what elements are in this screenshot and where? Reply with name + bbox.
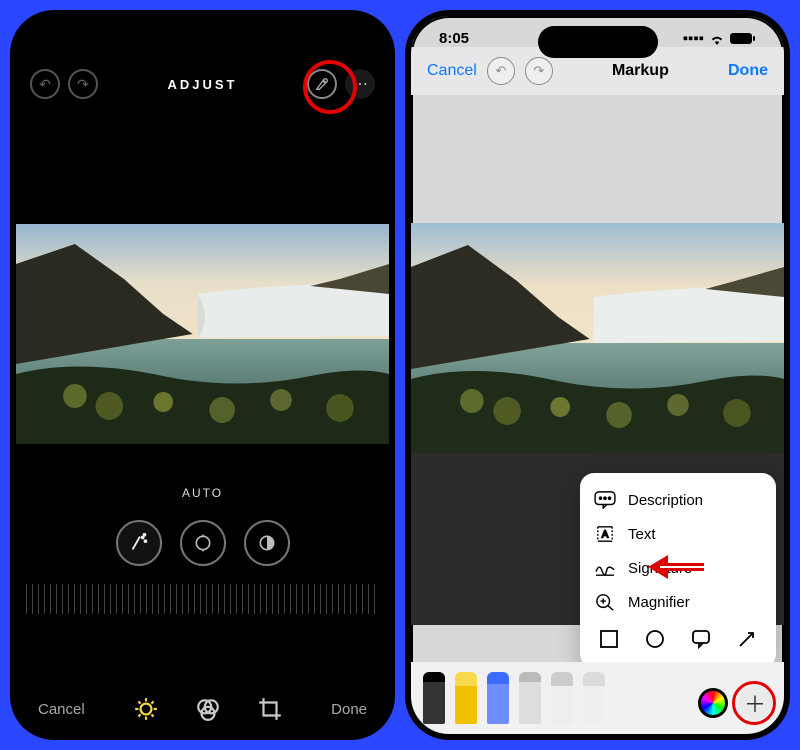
done-button[interactable]: Done xyxy=(728,62,768,80)
pen-tool[interactable] xyxy=(423,672,445,724)
cancel-button[interactable]: Cancel xyxy=(38,701,85,718)
menu-magnifier-label: Magnifier xyxy=(628,594,690,611)
magnifier-icon xyxy=(594,593,616,611)
add-menu-popup: Description A Text Signature Magnifier xyxy=(580,473,776,668)
cell-signal-icon: ▪▪▪▪ xyxy=(683,30,704,47)
menu-description-label: Description xyxy=(628,492,703,509)
svg-text:A: A xyxy=(602,530,609,541)
adjust-slider-ruler[interactable] xyxy=(26,584,379,614)
redo-icon[interactable]: ↷ xyxy=(68,69,98,99)
edit-topbar: ↶ ↷ ADJUST ⋯ xyxy=(16,54,389,114)
undo-icon[interactable]: ↶ xyxy=(487,57,515,85)
edit-bottom-tabs: Cancel Done xyxy=(16,696,389,722)
markup-photo[interactable] xyxy=(411,223,784,453)
battery-icon xyxy=(730,32,756,45)
menu-description[interactable]: Description xyxy=(592,483,764,517)
signature-icon xyxy=(594,559,616,577)
auto-dial[interactable] xyxy=(116,520,162,566)
markup-screen: 8:05 ▪▪▪▪ Cancel ↶ ↷ Markup Done xyxy=(405,10,790,740)
highlighter-tool[interactable] xyxy=(455,672,477,724)
cancel-button[interactable]: Cancel xyxy=(427,62,477,80)
color-picker-button[interactable] xyxy=(698,688,728,718)
dynamic-island xyxy=(538,26,658,58)
markup-button[interactable] xyxy=(307,69,337,99)
shape-arrow-icon[interactable] xyxy=(737,629,757,654)
eraser-tool[interactable] xyxy=(519,672,541,724)
shape-speech-icon[interactable] xyxy=(691,629,711,654)
markup-tool-tray: ＋ xyxy=(411,662,784,734)
menu-text[interactable]: A Text xyxy=(592,517,764,551)
description-icon xyxy=(594,491,616,509)
edit-mode-title: ADJUST xyxy=(167,77,237,92)
more-options-icon[interactable]: ⋯ xyxy=(345,69,375,99)
filters-tab-icon[interactable] xyxy=(195,696,221,722)
photos-edit-screen: ↶ ↷ ADJUST ⋯ xyxy=(10,10,395,740)
shape-row xyxy=(592,619,764,658)
menu-signature-label: Signature xyxy=(628,560,692,577)
wifi-icon xyxy=(708,32,726,46)
done-button[interactable]: Done xyxy=(331,701,367,718)
redo-icon[interactable]: ↷ xyxy=(525,57,553,85)
shape-square-icon[interactable] xyxy=(599,629,619,654)
add-button[interactable]: ＋ xyxy=(738,686,772,720)
exposure-dial[interactable] xyxy=(180,520,226,566)
clock: 8:05 xyxy=(439,30,469,47)
crop-tab-icon[interactable] xyxy=(257,696,283,722)
text-box-icon: A xyxy=(594,525,616,543)
edited-photo xyxy=(16,224,389,444)
undo-icon[interactable]: ↶ xyxy=(30,69,60,99)
menu-text-label: Text xyxy=(628,526,656,543)
shape-circle-icon[interactable] xyxy=(645,629,665,654)
brilliance-dial[interactable] xyxy=(244,520,290,566)
lasso-tool[interactable] xyxy=(551,672,573,724)
adjust-tab-icon[interactable] xyxy=(133,696,159,722)
adjust-name-label: AUTO xyxy=(16,486,389,500)
pencil-tool[interactable] xyxy=(487,672,509,724)
menu-signature[interactable]: Signature xyxy=(592,551,764,585)
ruler-tool[interactable] xyxy=(583,672,605,724)
screen-title: Markup xyxy=(612,62,669,80)
adjust-dials xyxy=(16,520,389,566)
menu-magnifier[interactable]: Magnifier xyxy=(592,585,764,619)
